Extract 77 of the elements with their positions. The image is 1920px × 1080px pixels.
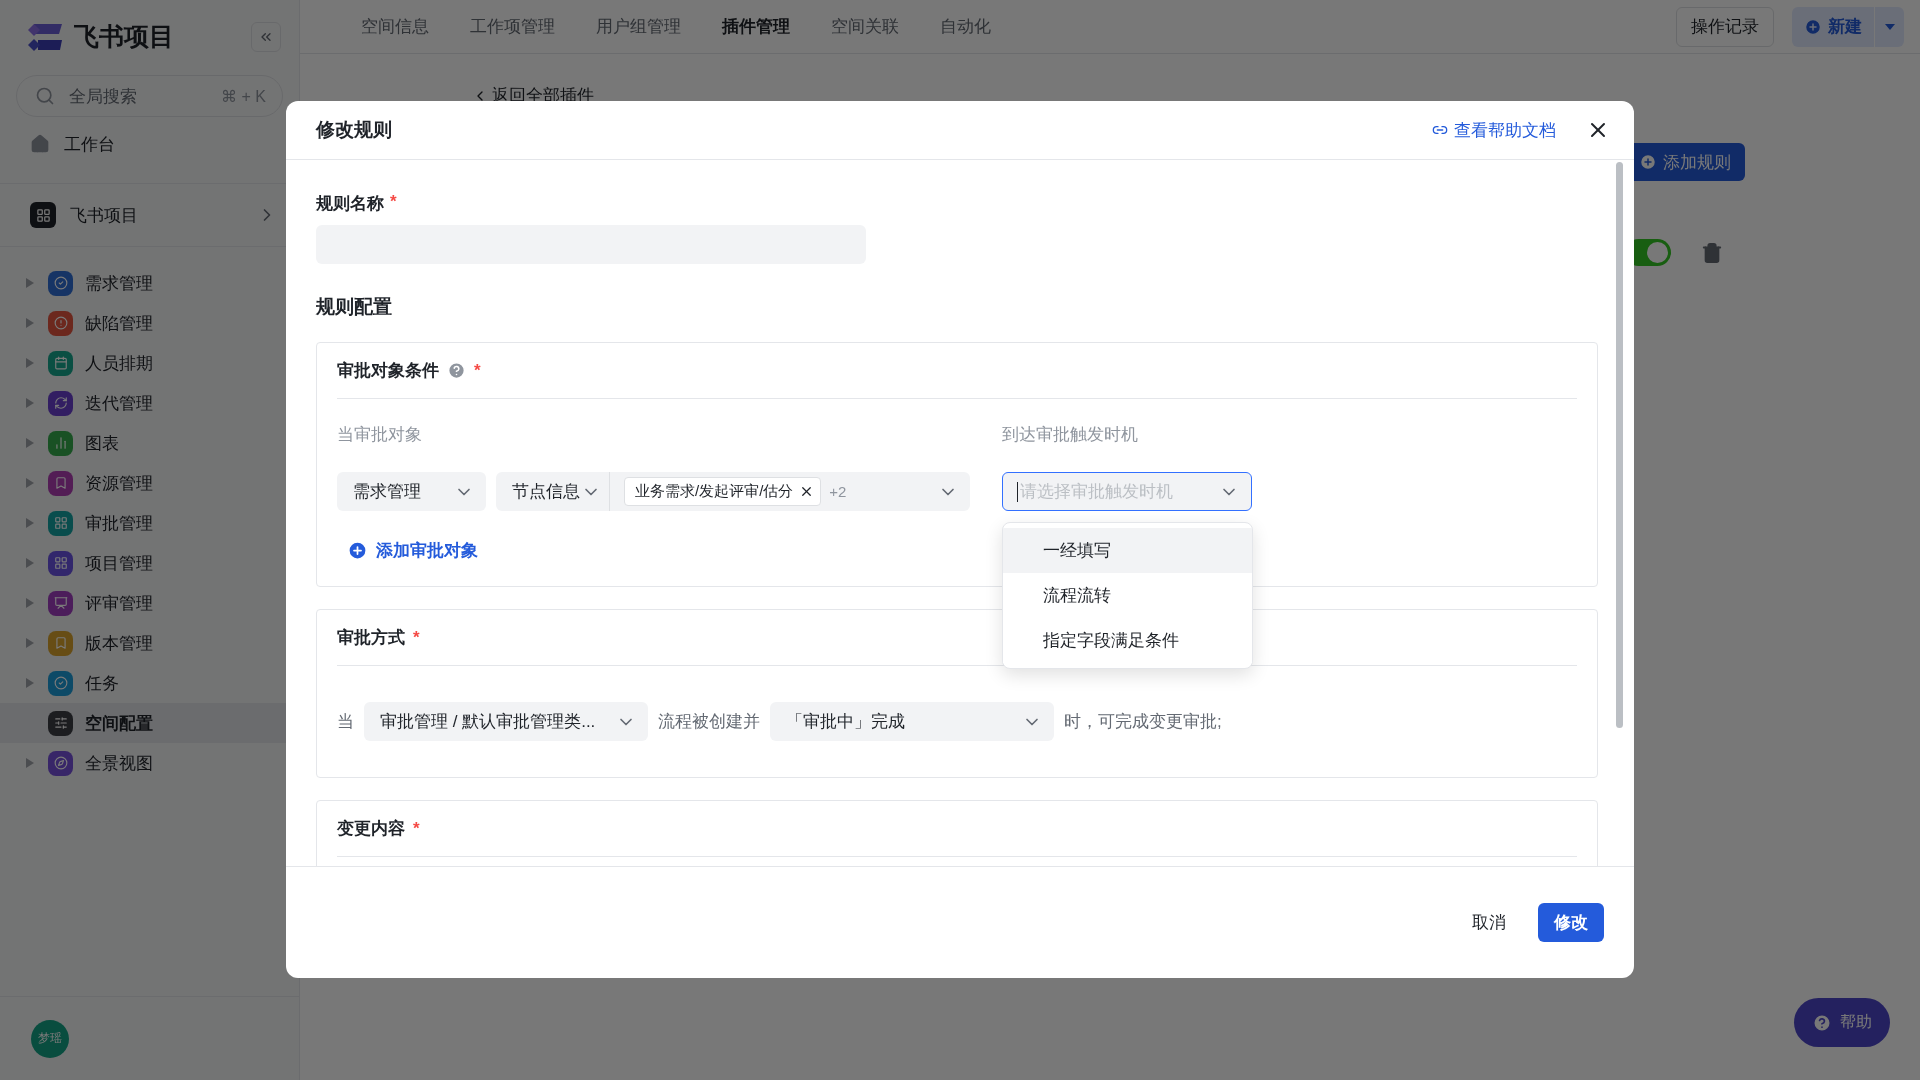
submit-button[interactable]: 修改 [1538, 903, 1604, 942]
sidebar-item[interactable]: 评审管理 [0, 583, 299, 623]
sidebar-item[interactable]: 迭代管理 [0, 383, 299, 423]
card-title: 审批对象条件 [337, 360, 439, 382]
collapse-button[interactable] [251, 21, 281, 52]
dropdown-option[interactable]: 指定字段满足条件 [1003, 618, 1252, 663]
help-button[interactable]: 帮助 [1794, 998, 1890, 1047]
expand-arrow-icon [26, 598, 34, 608]
sentence-text: 当 [337, 711, 354, 733]
nav-tab[interactable]: 工作项管理 [470, 15, 555, 38]
condition-select[interactable]: 审批管理 / 默认审批管理类... [364, 702, 648, 741]
history-button[interactable]: 操作记录 [1676, 6, 1774, 47]
column-label: 当审批对象 [337, 424, 423, 446]
sidebar-item[interactable]: 人员排期 [0, 343, 299, 383]
nav-tab[interactable]: 插件管理 [722, 15, 790, 38]
sidebar-item[interactable]: 图表 [0, 423, 299, 463]
cancel-button[interactable]: 取消 [1456, 903, 1522, 942]
nav-tab[interactable]: 用户组管理 [596, 15, 681, 38]
section-heading: 规则配置 [316, 295, 393, 319]
plus-icon [1804, 17, 1822, 36]
space-switcher[interactable]: 飞书项目 [0, 184, 299, 246]
dialog-title: 修改规则 [316, 118, 393, 142]
expand-arrow-icon [26, 518, 34, 528]
brand-name: 飞书项目 [74, 21, 174, 52]
expand-arrow-icon [26, 398, 34, 408]
logo-icon [26, 21, 64, 52]
workbench-item[interactable]: 工作台 [0, 121, 299, 167]
expand-arrow-icon [26, 478, 34, 488]
scrollbar[interactable] [1616, 162, 1623, 728]
value-tag: 业务需求/发起评审/估分 [624, 477, 822, 506]
sentence-text: 流程被创建并 [658, 711, 760, 733]
field-label: 规则名称 [316, 193, 384, 215]
sidebar-item[interactable]: 审批管理 [0, 503, 299, 543]
sidebar-item[interactable]: 版本管理 [0, 623, 299, 663]
expand-arrow-icon [26, 558, 34, 568]
user-avatar[interactable]: 梦瑶 [31, 1019, 69, 1058]
expand-arrow-icon [26, 678, 34, 688]
plus-icon [347, 540, 368, 561]
sidebar-item[interactable]: 需求管理 [0, 263, 299, 303]
delete-icon[interactable] [1701, 241, 1723, 264]
space-icon [30, 202, 56, 228]
sidebar-item[interactable]: 项目管理 [0, 543, 299, 583]
expand-arrow-icon [26, 638, 34, 648]
dropdown-option[interactable]: 一经填写 [1003, 528, 1252, 573]
caret-icon [1884, 23, 1895, 30]
more-count: +2 [829, 483, 848, 500]
expand-arrow-icon [26, 318, 34, 328]
sentence-text: 时，可完成变更审批; [1064, 711, 1222, 733]
dropdown-option[interactable]: 流程流转 [1003, 573, 1252, 618]
work-item-select[interactable]: 需求管理 [337, 472, 486, 511]
add-object-link[interactable]: 添加审批对象 [347, 539, 478, 562]
required-mark: * [390, 192, 397, 213]
expand-arrow-icon [26, 358, 34, 368]
sidebar-item[interactable]: 资源管理 [0, 463, 299, 503]
nav-tab[interactable]: 空间信息 [361, 15, 429, 38]
card-title: 变更内容 [337, 818, 405, 840]
expand-arrow-icon [26, 278, 34, 288]
column-label: 到达审批触发时机 [1002, 424, 1139, 446]
card-title: 审批方式 [337, 627, 405, 649]
field-select[interactable]: 节点信息 [496, 472, 610, 511]
help-icon[interactable] [447, 361, 466, 380]
sidebar-item[interactable]: 缺陷管理 [0, 303, 299, 343]
help-doc-link[interactable]: 查看帮助文档 [1432, 118, 1556, 142]
search-icon [35, 86, 55, 106]
home-icon [30, 134, 50, 154]
sidebar-item[interactable]: 全景视图 [0, 743, 299, 783]
expand-arrow-icon [26, 438, 34, 448]
nav-tab[interactable]: 空间关联 [831, 15, 899, 38]
help-icon [1812, 1012, 1832, 1033]
required-mark: * [413, 627, 420, 648]
expand-arrow-icon [26, 758, 34, 768]
condition-select[interactable]: 「审批中」完成 [770, 702, 1054, 741]
plus-icon [1639, 153, 1657, 171]
required-mark: * [413, 818, 420, 839]
nav-tab[interactable]: 自动化 [940, 15, 991, 38]
sidebar-item[interactable]: 任务 [0, 663, 299, 703]
required-mark: * [474, 360, 481, 381]
